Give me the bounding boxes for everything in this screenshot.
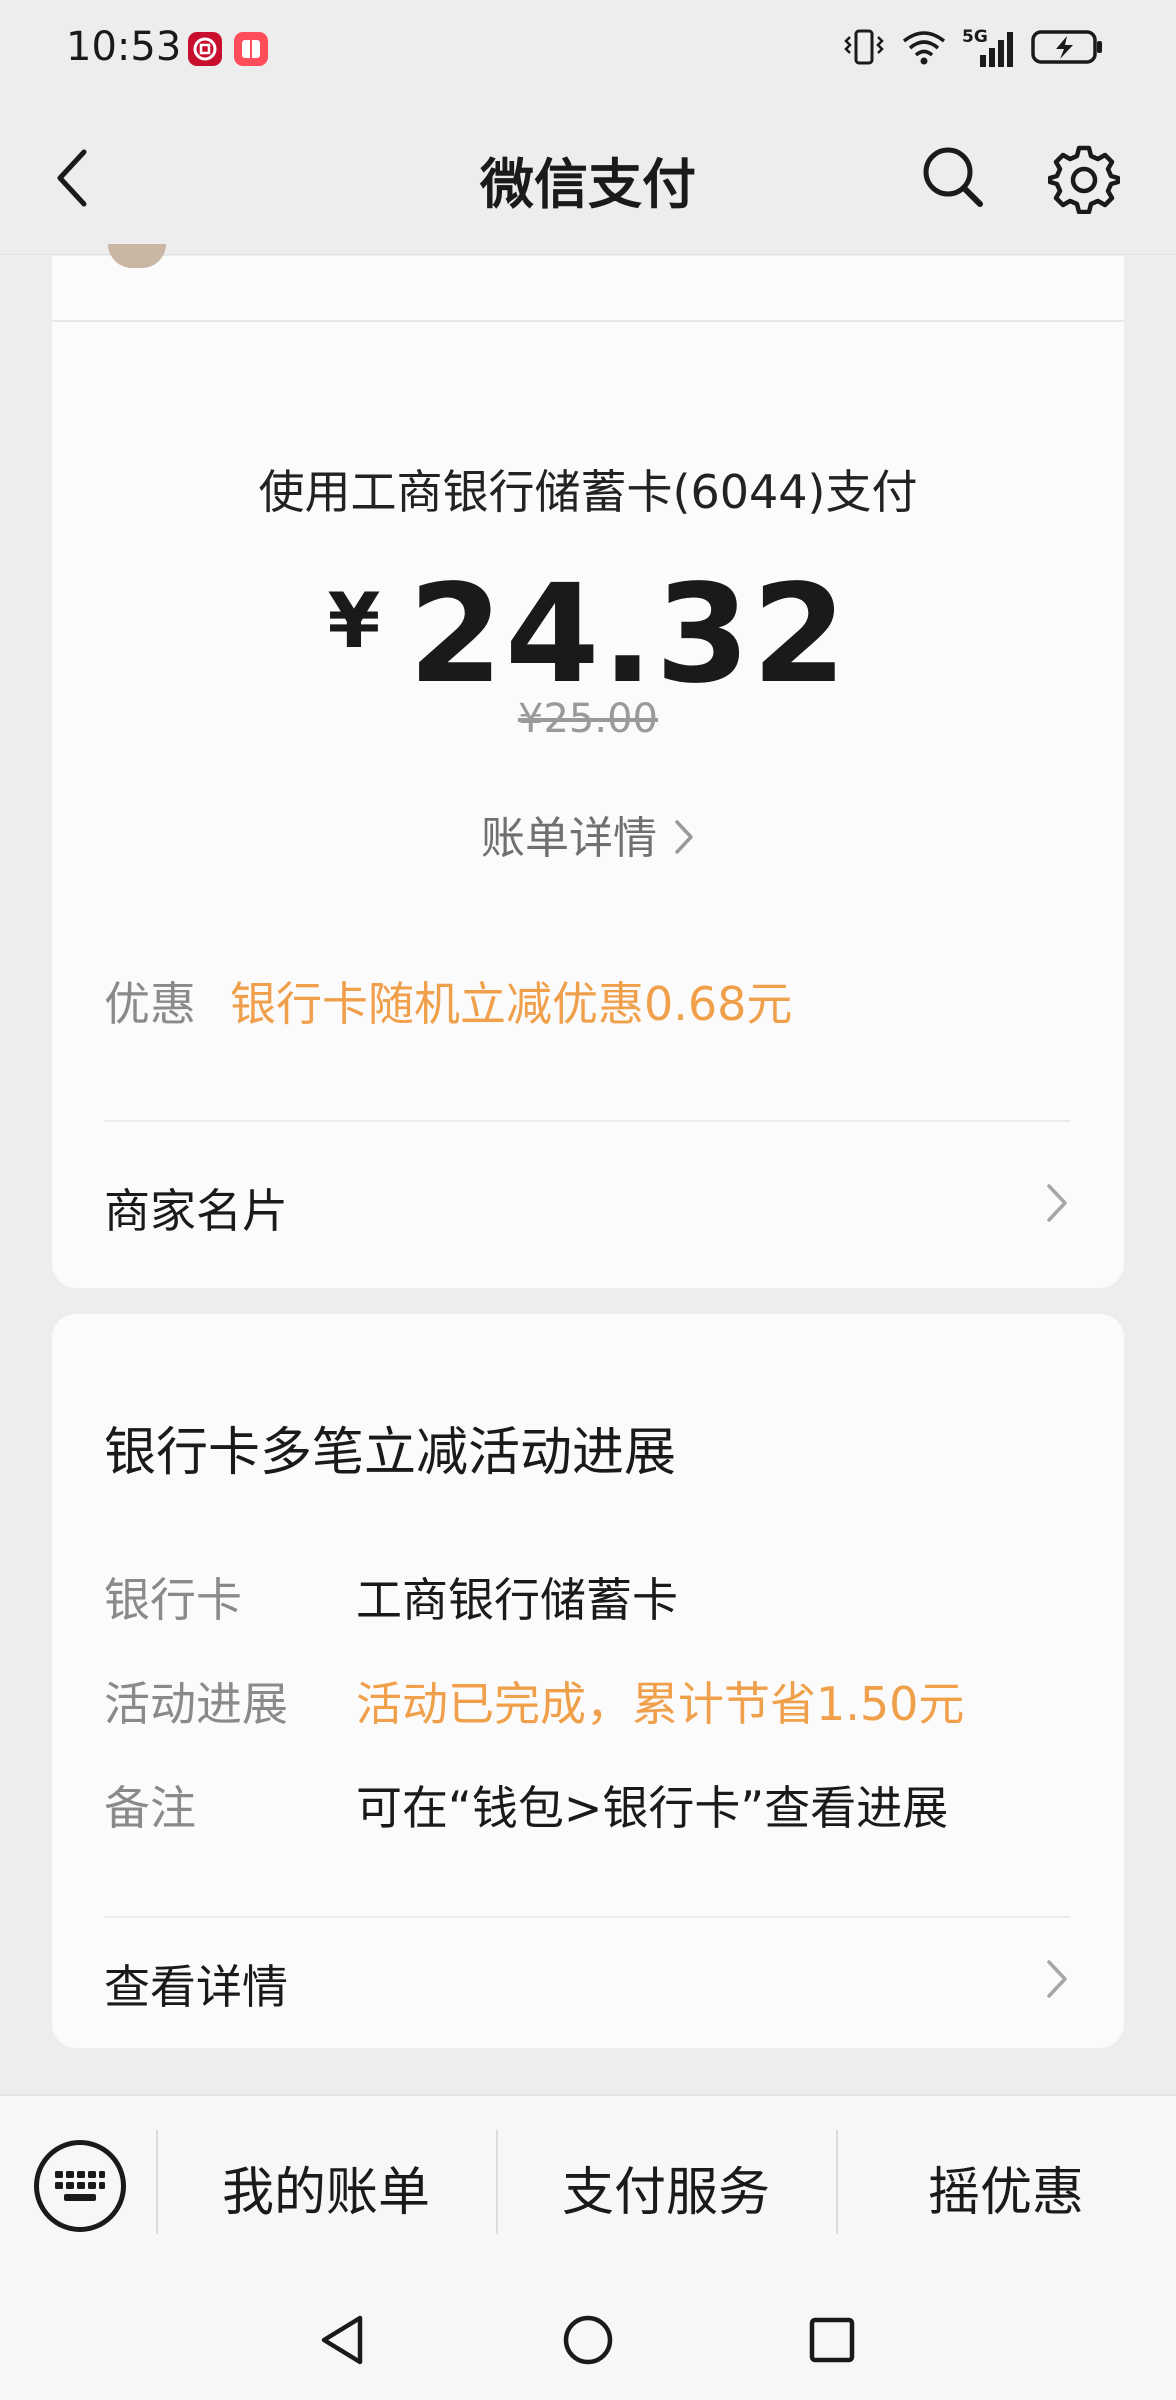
notes-app-icon [234, 32, 268, 66]
5g-signal-icon: 5G [962, 27, 1016, 69]
tab-my-bills[interactable]: 我的账单 [158, 2150, 494, 2225]
merchant-card-label: 商家名片 [104, 1184, 288, 1238]
divider [104, 1120, 1070, 1122]
activity-title: 银行卡多笔立减活动进展 [104, 1423, 677, 1483]
activity-card: 银行卡多笔立减活动进展 银行卡 工商银行储蓄卡 活动进展 活动已完成，累计节省1.5… [52, 1314, 1124, 2048]
activity-row-value: 可在“钱包>银行卡”查看进展 [356, 1781, 949, 1835]
divider [104, 1916, 1070, 1918]
payment-amount: 24.32 [408, 556, 849, 714]
activity-row-note: 备注 可在“钱包>银行卡”查看进展 [104, 1772, 948, 1838]
keyboard-icon [55, 2171, 105, 2201]
activity-row-progress: 活动进展 活动已完成，累计节省1.50元 [104, 1668, 964, 1734]
tab-shake-discount[interactable]: 摇优惠 [838, 2150, 1174, 2225]
activity-row-value: 活动已完成，累计节省1.50元 [356, 1677, 965, 1731]
system-home-button[interactable] [560, 2312, 616, 2368]
nav-bar: 微信支付 [0, 100, 1176, 255]
merchant-header [52, 244, 1124, 322]
original-amount: ¥25.00 [518, 696, 658, 742]
system-navigation-bar [0, 2274, 1176, 2400]
bill-detail-label: 账单详情 [481, 813, 657, 864]
page-title: 微信支付 [480, 153, 696, 216]
payment-method: 使用工商银行储蓄卡(6044)支付 [258, 465, 918, 519]
discount-row: 优惠 银行卡随机立减优惠0.68元 [104, 968, 792, 1034]
status-indicators: 5G [842, 26, 1106, 72]
discount-label: 优惠 [104, 977, 196, 1031]
merchant-avatar[interactable] [108, 244, 166, 268]
bill-detail-link[interactable]: 账单详情 [52, 802, 1124, 867]
circle-home-icon [563, 2315, 613, 2365]
activity-row-value: 工商银行储蓄卡 [356, 1573, 678, 1627]
system-recents-button[interactable] [804, 2312, 860, 2368]
battery-charging-icon [1030, 27, 1106, 71]
activity-row-label: 备注 [104, 1781, 196, 1835]
search-icon [923, 147, 983, 207]
discount-value: 银行卡随机立减优惠0.68元 [230, 977, 793, 1031]
settings-button[interactable] [1047, 142, 1121, 215]
payment-card: 使用工商银行储蓄卡(6044)支付 ¥24.32 ¥25.00 账单详情 优惠银… [52, 244, 1124, 1288]
tab-payment-services[interactable]: 支付服务 [498, 2150, 834, 2225]
chevron-right-icon [673, 816, 695, 867]
triangle-back-icon [321, 2315, 363, 2365]
activity-row-label: 活动进展 [104, 1677, 288, 1731]
system-back-button[interactable] [314, 2312, 370, 2368]
bank-app-icon [188, 32, 222, 66]
chevron-right-icon [1044, 1181, 1070, 1236]
chevron-right-icon [1044, 1957, 1070, 2012]
wifi-icon [900, 27, 948, 71]
keyboard-toggle-button[interactable] [34, 2140, 126, 2232]
activity-row-bank: 银行卡 工商银行储蓄卡 [104, 1564, 678, 1630]
status-bar: 10:53 5G [0, 0, 1176, 100]
status-time: 10:53 [66, 24, 182, 70]
view-details-label: 查看详情 [104, 1960, 288, 2014]
merchant-card-link[interactable]: 商家名片 [104, 1168, 1070, 1248]
gear-icon [1047, 145, 1121, 215]
currency-symbol: ¥ [327, 576, 381, 665]
square-recents-icon [809, 2317, 855, 2363]
bottom-menu-bar: 我的账单 支付服务 摇优惠 [0, 2094, 1176, 2276]
view-details-link[interactable]: 查看详情 [104, 1944, 1070, 2024]
vibrate-icon [842, 27, 886, 71]
amount-row: ¥24.32 [52, 556, 1124, 714]
activity-row-label: 银行卡 [104, 1573, 242, 1627]
search-button[interactable] [918, 142, 988, 212]
